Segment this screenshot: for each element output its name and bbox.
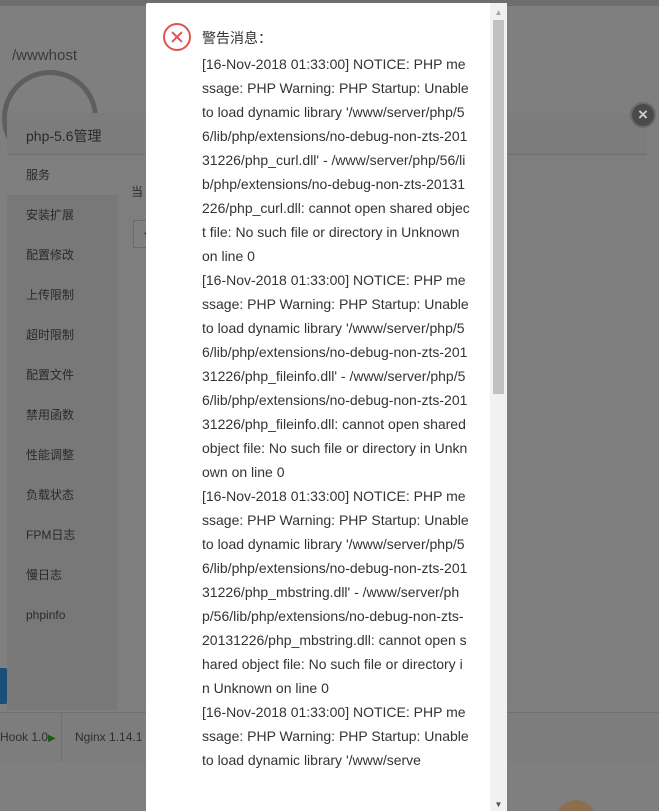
- sidebar-item-disabled-functions[interactable]: 禁用函数: [7, 395, 117, 435]
- play-icon: ▶: [48, 733, 56, 744]
- soft-item-label: Hook 1.0: [0, 730, 49, 744]
- sidebar-item-config-file[interactable]: 配置文件: [7, 355, 117, 395]
- sidebar-item-phpinfo[interactable]: phpinfo: [7, 595, 117, 635]
- error-x-icon: [163, 23, 191, 51]
- close-icon[interactable]: ×: [630, 102, 656, 128]
- manager-sidebar: 服务 安装扩展 配置修改 上传限制 超时限制 配置文件 禁用函数 性能调整 负载…: [7, 155, 117, 710]
- sidebar-item-service[interactable]: 服务: [7, 155, 117, 195]
- scroll-thumb[interactable]: [493, 20, 504, 394]
- sidebar-item-config-edit[interactable]: 配置修改: [7, 235, 117, 275]
- sidebar-item-timeout-limit[interactable]: 超时限制: [7, 315, 117, 355]
- sidebar-item-install-extension[interactable]: 安装扩展: [7, 195, 117, 235]
- warning-alert-dialog: 警告消息： [16-Nov-2018 01:33:00] NOTICE: PHP…: [146, 3, 507, 811]
- status-label: 当: [131, 185, 144, 199]
- alert-title: 警告消息：: [202, 30, 272, 46]
- alert-message: [16-Nov-2018 01:33:00] NOTICE: PHP messa…: [202, 56, 470, 264]
- alert-message: [16-Nov-2018 01:33:00] NOTICE: PHP messa…: [202, 488, 469, 696]
- alert-message: [16-Nov-2018 01:33:00] NOTICE: PHP messa…: [202, 704, 469, 768]
- soft-item-nginx[interactable]: Nginx 1.14.1: [75, 730, 142, 744]
- sidebar-item-load-status[interactable]: 负载状态: [7, 475, 117, 515]
- soft-item-hook[interactable]: Hook 1.0▶: [0, 730, 56, 744]
- scroll-down-arrow-icon[interactable]: ▼: [490, 799, 507, 811]
- sidebar-item-fpm-log[interactable]: FPM日志: [7, 515, 117, 555]
- sidebar-item-performance[interactable]: 性能调整: [7, 435, 117, 475]
- soft-item-label: Nginx 1.14.1: [75, 730, 143, 744]
- sidebar-item-slow-log[interactable]: 慢日志: [7, 555, 117, 595]
- sidebar-item-upload-limit[interactable]: 上传限制: [7, 275, 117, 315]
- alert-scrollbar[interactable]: ▲ ▼: [490, 3, 507, 811]
- dialog-title: php-5.6管理: [26, 128, 102, 144]
- alert-message-body: [16-Nov-2018 01:33:00] NOTICE: PHP messa…: [202, 52, 470, 772]
- alert-message: [16-Nov-2018 01:33:00] NOTICE: PHP messa…: [202, 272, 469, 480]
- avatar: [556, 800, 596, 811]
- site-path: /wwwhost: [12, 47, 78, 64]
- divider: [61, 713, 62, 761]
- scroll-up-arrow-icon[interactable]: ▲: [490, 7, 507, 19]
